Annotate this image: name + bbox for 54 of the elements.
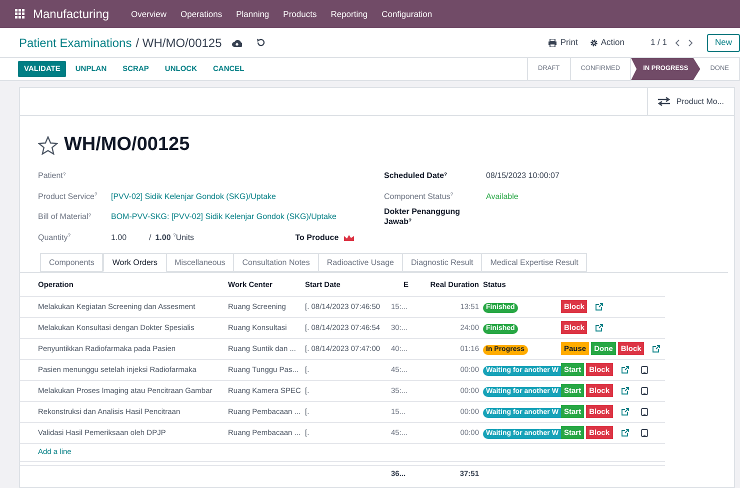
external-link-icon xyxy=(620,428,629,436)
tab[interactable]: Components xyxy=(40,253,104,272)
cloud-upload-icon xyxy=(232,38,242,46)
tab[interactable]: Radioactive Usage xyxy=(318,253,404,272)
menu-item[interactable]: Configuration xyxy=(382,8,432,20)
field-value: Available xyxy=(486,190,518,203)
to-produce-label: To Produce xyxy=(295,232,339,244)
external-link-icon xyxy=(595,302,604,310)
separator-text: / xyxy=(149,232,152,244)
print-button[interactable]: Print xyxy=(548,36,578,49)
field-label: Product Service$^{?}$ xyxy=(38,190,98,203)
field-label: Patient$^{?}$ xyxy=(38,170,67,182)
breadcrumb-link[interactable]: Patient Examinations xyxy=(19,34,132,52)
quantity-field[interactable]: 1.00 xyxy=(111,232,149,244)
external-link-icon xyxy=(620,366,629,374)
menu-item[interactable]: Products xyxy=(283,8,317,20)
field-label: Dokter Penanggung Jawab$^{?}$ xyxy=(384,207,462,228)
record-title: WH/MO/00125 xyxy=(64,132,190,157)
action-button[interactable]: Action xyxy=(590,36,624,49)
tab[interactable]: Medical Expertise Result xyxy=(481,253,588,272)
menu-item[interactable]: Overview xyxy=(131,8,166,20)
field-label: Quantity$^{?}$ xyxy=(38,232,72,244)
menu-item[interactable]: Planning xyxy=(236,8,270,20)
transfer-arrows-icon xyxy=(658,97,670,106)
gear-icon xyxy=(590,38,598,46)
field-label: Component Status$^{?}$ xyxy=(384,192,454,202)
field-label: Scheduled Date$^{?}$ xyxy=(384,171,448,182)
menu-item[interactable]: Reporting xyxy=(330,8,368,20)
external-link-icon xyxy=(620,386,629,394)
app-grid-icon xyxy=(15,9,25,19)
external-link-icon xyxy=(620,408,629,416)
breadcrumb-current: / WH/MO/00125 xyxy=(136,34,222,52)
field-link[interactable]: BOM-PVV-SKG: [PVV-02] Sidik Kelenjar Gondok (SKG)/Uptake xyxy=(111,211,336,224)
chevron-right-icon xyxy=(688,38,693,46)
star-icon xyxy=(38,136,58,154)
tab[interactable]: Consultation Notes xyxy=(233,253,319,272)
area-chart-icon xyxy=(344,234,354,242)
pager-value: 1 / 1 xyxy=(650,36,667,49)
chevron-left-icon xyxy=(674,38,680,46)
field-label: Bill of Material$^{?}$ xyxy=(38,211,92,224)
menu-item[interactable]: Operations xyxy=(180,8,222,20)
tab[interactable]: Miscellaneous xyxy=(166,253,234,272)
smart-button[interactable]: Product Mo... xyxy=(647,88,734,115)
external-link-icon xyxy=(652,344,660,352)
field-value: 08/15/2023 10:00:07 xyxy=(486,170,560,182)
printer-icon xyxy=(548,38,558,46)
external-link-icon xyxy=(595,324,604,332)
app-name[interactable]: Manufacturing xyxy=(33,5,110,23)
tab[interactable]: Diagnostic Result xyxy=(402,253,482,272)
field-link[interactable]: [PVV-02] Sidik Kelenjar Gondok (SKG)/Uptake xyxy=(111,190,276,203)
tab[interactable]: Work Orders xyxy=(103,253,167,272)
undo-icon xyxy=(256,38,265,47)
new-button[interactable]: New xyxy=(706,34,740,52)
quantity-target-field[interactable]: 1.00 $^{?}$Units xyxy=(155,232,296,244)
